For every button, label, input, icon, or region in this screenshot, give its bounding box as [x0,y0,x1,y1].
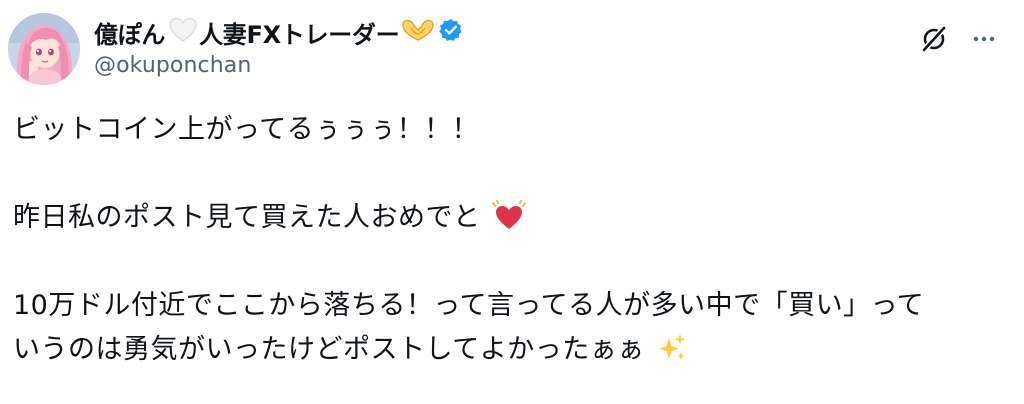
user-handle[interactable]: @okuponchan [94,53,463,78]
post-card: 億ぽん 人妻FXトレーダー @okuponchan ビットコイン上がってるぅぅぅ… [0,0,1024,404]
beating-heart-icon [491,199,526,246]
display-name-suffix[interactable]: 人妻FXトレーダー [199,15,400,50]
grok-button[interactable] [918,23,950,55]
more-dots-icon [973,36,995,42]
post-text-line-2: 昨日私のポスト見て買えた人おめでと [13,196,1013,240]
display-name-row[interactable]: 億ぽん 人妻FXトレーダー [94,15,463,49]
post-text-line-1: ビットコイン上がってるぅぅぅ！！！ [13,114,480,145]
grok-icon [921,25,947,53]
avatar-image [8,13,80,85]
post-text-line-4: いうのは勇気がいったけどポストしてよかったぁぁ [13,328,1013,372]
post-text-line-3: 10万ドル付近でここから落ちる！って言ってる人が多い中で「買い」って [13,290,925,321]
author-block: 億ぽん 人妻FXトレーダー @okuponchan [94,15,463,78]
sparkles-icon [656,332,688,378]
more-button[interactable] [968,23,1000,55]
verified-badge-icon[interactable] [439,18,463,46]
display-name[interactable]: 億ぽん [94,15,165,50]
avatar[interactable] [8,13,80,85]
post-body: ビットコイン上がってるぅぅぅ！！！ 昨日私のポスト見て買えた人おめでと 10万ド… [13,108,1013,372]
heart-hands-icon [401,18,435,46]
white-heart-icon [169,17,197,47]
post-header: 億ぽん 人妻FXトレーダー @okuponchan [8,13,1016,85]
post-text-line-4-text: いうのは勇気がいったけどポストしてよかったぁぁ [13,334,645,365]
post-text-line-2-text: 昨日私のポスト見て買えた人おめでと [13,202,481,233]
